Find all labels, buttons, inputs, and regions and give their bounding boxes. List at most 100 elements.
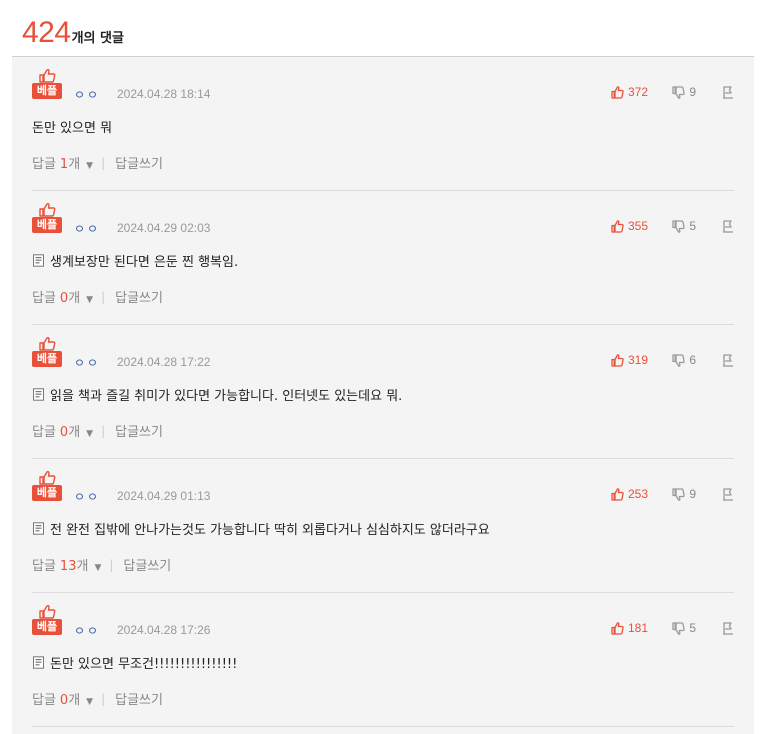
separator: | xyxy=(109,557,114,572)
chevron-down-icon: ▼ xyxy=(86,161,94,171)
thumbs-up-icon xyxy=(611,85,624,99)
like-count: 181 xyxy=(627,621,648,635)
comment-item: 베플 ㅇㅇ 2024.04.28 17:26 181 5 돈만 있으면 무조건!… xyxy=(32,593,734,727)
comment-text: 전 완전 집밖에 안나가는것도 가능합니다 딱히 외롭다거나 심심하지도 않더라… xyxy=(50,523,490,538)
thumbs-down-icon xyxy=(672,487,686,501)
nickname[interactable]: ㅇㅇ xyxy=(74,354,100,371)
like-button[interactable]: 181 xyxy=(611,621,648,635)
dislike-count: 9 xyxy=(689,85,696,99)
comment-item: 베플 ㅇㅇ 2024.04.29 02:03 355 5 생계보장만 된다면 은… xyxy=(32,191,734,325)
separator: | xyxy=(101,691,106,706)
thumbs-up-icon xyxy=(611,353,624,367)
document-icon xyxy=(33,522,44,535)
reply-toggle[interactable]: 답글 0개 ▼ xyxy=(32,421,93,440)
reply-unit: 개 xyxy=(68,291,81,306)
thumbs-up-icon xyxy=(39,337,56,351)
chevron-down-icon: ▼ xyxy=(86,697,94,707)
reply-row: 답글 0개 ▼ | 답글쓰기 xyxy=(32,689,163,709)
thumbs-down-icon xyxy=(672,219,686,233)
best-badge: 베플 xyxy=(32,69,62,99)
dislike-button[interactable]: 5 xyxy=(672,219,696,233)
reply-row: 답글 0개 ▼ | 답글쓰기 xyxy=(32,287,163,307)
reply-toggle[interactable]: 답글 13개 ▼ xyxy=(32,555,101,574)
like-count: 319 xyxy=(627,353,648,367)
chevron-down-icon: ▼ xyxy=(86,429,94,439)
comment-date: 2024.04.28 17:22 xyxy=(117,355,211,369)
reply-toggle[interactable]: 답글 0개 ▼ xyxy=(32,689,93,708)
thumbs-up-icon xyxy=(611,621,624,635)
reply-unit: 개 xyxy=(68,157,81,172)
dislike-count: 5 xyxy=(689,621,696,635)
comment-text: 읽을 책과 즐길 취미가 있다면 가능합니다. 인터넷도 있는데요 뭐. xyxy=(50,389,403,404)
nickname[interactable]: ㅇㅇ xyxy=(74,488,100,505)
best-label: 베플 xyxy=(32,83,62,99)
report-icon[interactable] xyxy=(722,85,734,99)
like-button[interactable]: 372 xyxy=(611,85,648,99)
write-reply-button[interactable]: 답글쓰기 xyxy=(123,555,171,574)
separator: | xyxy=(101,289,106,304)
document-icon xyxy=(33,388,44,401)
dislike-count: 6 xyxy=(689,353,696,367)
nickname[interactable]: ㅇㅇ xyxy=(74,86,100,103)
like-button[interactable]: 253 xyxy=(611,487,648,501)
reply-count: 0 xyxy=(59,425,69,440)
write-reply-button[interactable]: 답글쓰기 xyxy=(115,153,163,172)
comment-text: 생계보장만 된다면 은둔 찐 행복임. xyxy=(50,255,239,270)
comment-text: 돈만 있으면 뭐 xyxy=(32,121,113,136)
best-label: 베플 xyxy=(32,485,62,501)
comment-item: 베플 ㅇㅇ 2024.04.28 17:22 319 6 읽을 책과 즐길 취미… xyxy=(32,325,734,459)
dislike-button[interactable]: 6 xyxy=(672,353,696,367)
thumbs-down-icon xyxy=(672,621,686,635)
report-icon[interactable] xyxy=(722,219,734,233)
reply-toggle[interactable]: 답글 0개 ▼ xyxy=(32,287,93,306)
write-reply-button[interactable]: 답글쓰기 xyxy=(115,689,163,708)
best-badge: 베플 xyxy=(32,337,62,367)
comment-body: 생계보장만 된다면 은둔 찐 행복임. xyxy=(32,251,238,270)
comment-text: 돈만 있으면 무조건!!!!!!!!!!!!!!!! xyxy=(50,657,238,672)
like-button[interactable]: 319 xyxy=(611,353,648,367)
dislike-button[interactable]: 9 xyxy=(672,487,696,501)
document-icon xyxy=(33,656,44,669)
separator: | xyxy=(101,423,106,438)
reply-unit: 개 xyxy=(68,693,81,708)
best-comments-panel: 베플 ㅇㅇ 2024.04.28 18:14 372 9 돈만 있으면 뭐 답글… xyxy=(12,57,754,734)
reply-label: 답글 xyxy=(32,291,56,306)
like-count: 253 xyxy=(627,487,648,501)
reply-label: 답글 xyxy=(32,693,56,708)
comment-date: 2024.04.29 01:13 xyxy=(117,489,211,503)
thumbs-up-icon xyxy=(39,203,56,217)
chevron-down-icon: ▼ xyxy=(94,563,102,573)
dislike-button[interactable]: 5 xyxy=(672,621,696,635)
comment-body: 전 완전 집밖에 안나가는것도 가능합니다 딱히 외롭다거나 심심하지도 않더라… xyxy=(32,519,490,538)
nickname[interactable]: ㅇㅇ xyxy=(74,220,100,237)
thumbs-up-icon xyxy=(39,605,56,619)
reply-label: 답글 xyxy=(32,425,56,440)
like-button[interactable]: 355 xyxy=(611,219,648,233)
thumbs-up-icon xyxy=(611,219,624,233)
reply-count: 1 xyxy=(59,157,69,172)
best-label: 베플 xyxy=(32,217,62,233)
reply-row: 답글 13개 ▼ | 답글쓰기 xyxy=(32,555,171,575)
document-icon xyxy=(33,254,44,267)
write-reply-button[interactable]: 답글쓰기 xyxy=(115,287,163,306)
dislike-button[interactable]: 9 xyxy=(672,85,696,99)
reply-row: 답글 1개 ▼ | 답글쓰기 xyxy=(32,153,163,173)
comment-body: 돈만 있으면 무조건!!!!!!!!!!!!!!!! xyxy=(32,653,237,672)
report-icon[interactable] xyxy=(722,621,734,635)
best-badge: 베플 xyxy=(32,203,62,233)
report-icon[interactable] xyxy=(722,487,734,501)
comment-date: 2024.04.28 17:26 xyxy=(117,623,211,637)
reply-toggle[interactable]: 답글 1개 ▼ xyxy=(32,153,93,172)
reply-count: 0 xyxy=(59,291,69,306)
comment-count: 424 xyxy=(22,16,71,49)
thumbs-down-icon xyxy=(672,353,686,367)
dislike-count: 9 xyxy=(689,487,696,501)
comment-date: 2024.04.28 18:14 xyxy=(117,87,211,101)
write-reply-button[interactable]: 답글쓰기 xyxy=(115,421,163,440)
reply-count: 0 xyxy=(59,693,69,708)
comment-divider xyxy=(32,726,734,727)
nickname[interactable]: ㅇㅇ xyxy=(74,622,100,639)
comment-date: 2024.04.29 02:03 xyxy=(117,221,211,235)
thumbs-down-icon xyxy=(672,85,686,99)
report-icon[interactable] xyxy=(722,353,734,367)
